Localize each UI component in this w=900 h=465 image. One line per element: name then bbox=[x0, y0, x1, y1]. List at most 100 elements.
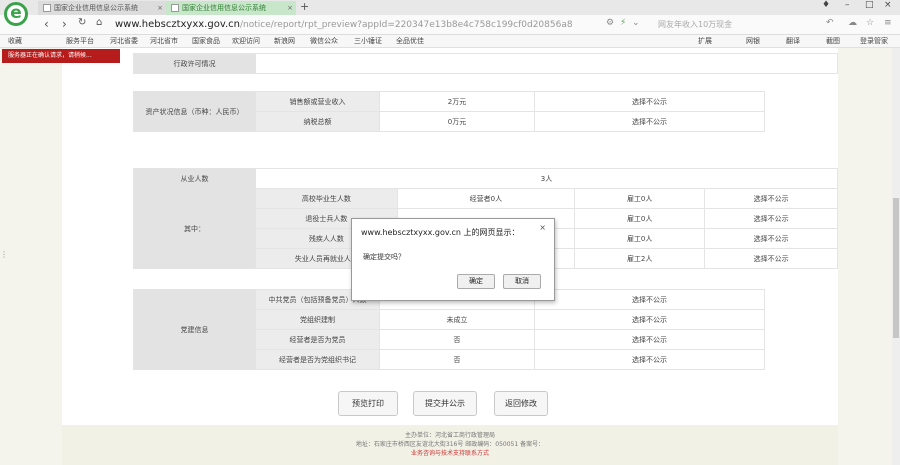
party-row-label: 经营者是否为党组织书记 bbox=[255, 349, 380, 370]
footer: 主办单位：河北省工商行政管理局 地址：石家庄市桥西区友谊北大街316号 邮政编码… bbox=[62, 425, 838, 465]
bookmark-item[interactable]: 微信公众 bbox=[310, 35, 338, 48]
minimize-icon[interactable]: – bbox=[845, 0, 850, 10]
employees-row-operator: 经营者0人 bbox=[396, 188, 576, 209]
tab-label: 国家企业信用信息公示系统 bbox=[182, 4, 266, 12]
employees-group-label: 其中： bbox=[133, 188, 256, 269]
party-row-publicity: 选择不公示 bbox=[534, 329, 765, 350]
party-row-label: 党组织建制 bbox=[255, 309, 380, 330]
employees-total: 3人 bbox=[255, 168, 838, 189]
assets-table: 资产状况信息（币种：人民币） 销售额或营业收入 2万元 选择不公示 纳税总额 0… bbox=[133, 91, 765, 132]
translate-button[interactable]: 翻译 bbox=[786, 35, 800, 48]
party-group-label: 党建信息 bbox=[133, 289, 256, 370]
login-button[interactable]: 登录管家 bbox=[860, 35, 888, 48]
bank-button[interactable]: 网银 bbox=[746, 35, 760, 48]
party-row-value: 否 bbox=[379, 329, 535, 350]
employees-row-publicity: 选择不公示 bbox=[704, 248, 838, 269]
employees-row-publicity: 选择不公示 bbox=[704, 208, 838, 229]
footer-organizer: 主办单位：河北省工商行政管理局 bbox=[404, 432, 495, 439]
confirm-dialog: www.hebscztxyxx.gov.cn 上的网页显示： × 确定提交吗？ … bbox=[351, 218, 555, 301]
party-row-value: 否 bbox=[379, 349, 535, 370]
employees-row-publicity: 选择不公示 bbox=[704, 188, 838, 209]
tab-close-icon[interactable]: × bbox=[287, 1, 293, 15]
bookmark-item[interactable]: 河北省市 bbox=[150, 35, 178, 48]
scrollbar-thumb[interactable] bbox=[893, 198, 899, 338]
licensing-label: 行政许可情况 bbox=[133, 53, 256, 74]
employees-row-label: 高校毕业生人数 bbox=[255, 188, 398, 209]
new-tab-button[interactable]: + bbox=[300, 0, 309, 13]
party-row-publicity: 选择不公示 bbox=[534, 349, 765, 370]
dialog-cancel-button[interactable]: 取消 bbox=[503, 274, 541, 289]
bookmark-item[interactable]: 全品优佳 bbox=[396, 35, 424, 48]
lightning-icon[interactable]: ⚡ bbox=[620, 18, 626, 28]
settings-icon[interactable]: ⚙ bbox=[606, 18, 614, 28]
assets-row-label: 纳税总额 bbox=[255, 111, 380, 132]
bookmark-item[interactable]: 河北省委 bbox=[110, 35, 138, 48]
employees-label: 从业人数 bbox=[133, 168, 256, 189]
maximize-icon[interactable]: □ bbox=[865, 0, 874, 10]
party-row-publicity: 选择不公示 bbox=[534, 309, 765, 330]
dialog-title: www.hebscztxyxx.gov.cn 上的网页显示： bbox=[361, 228, 520, 237]
undo-icon[interactable]: ↶ bbox=[826, 18, 834, 28]
employees-row-hired: 雇工2人 bbox=[573, 248, 706, 269]
assets-group-label: 资产状况信息（币种：人民币） bbox=[133, 91, 256, 132]
search-input[interactable]: 网友年收入10万现金 bbox=[648, 18, 798, 32]
chevron-down-icon[interactable]: ⌄ bbox=[632, 18, 640, 28]
browser-tab-2-active[interactable]: 国家企业信用信息公示系统 × bbox=[166, 1, 296, 15]
bookmark-item[interactable]: 收藏 bbox=[8, 35, 22, 48]
bookmark-item[interactable]: 新浪网 bbox=[274, 35, 295, 48]
screenshot-button[interactable]: 截图 bbox=[826, 35, 840, 48]
url-path: /notice/report/rpt_preview?appId=220347e… bbox=[240, 20, 573, 30]
party-row-publicity: 选择不公示 bbox=[534, 289, 765, 310]
assets-row-publicity: 选择不公示 bbox=[534, 91, 765, 112]
employees-row-hired: 雇工0人 bbox=[573, 188, 706, 209]
browser-tab-1[interactable]: 国家企业信用信息公示系统 × bbox=[38, 1, 166, 15]
party-table: 党建信息 中共党员（包括预备党员）人数 选择不公示 党组织建制 未成立 选择不公… bbox=[133, 289, 765, 370]
loading-notice: 服务器正在确认请求，请稍候... bbox=[2, 49, 120, 63]
scrollbar[interactable] bbox=[892, 48, 900, 465]
party-row-label: 经营者是否为党员 bbox=[255, 329, 380, 350]
tab-strip: 国家企业信用信息公示系统 × 国家企业信用信息公示系统 × + ♦ – □ × bbox=[0, 0, 900, 15]
employees-row-hired: 雇工0人 bbox=[573, 208, 706, 229]
assets-row-value: 2万元 bbox=[379, 91, 535, 112]
side-collapse-icon[interactable]: ⋮ bbox=[0, 250, 8, 259]
preview-print-button[interactable]: 预览打印 bbox=[338, 391, 398, 416]
forward-icon[interactable]: › bbox=[62, 17, 67, 31]
home-icon[interactable]: ⌂ bbox=[96, 17, 102, 28]
extensions-button[interactable]: 扩展 bbox=[698, 35, 712, 48]
bookmark-item[interactable]: 国家食品 bbox=[192, 35, 220, 48]
tab-label: 国家企业信用信息公示系统 bbox=[54, 4, 138, 12]
dialog-close-icon[interactable]: × bbox=[539, 223, 546, 232]
assets-row-publicity: 选择不公示 bbox=[534, 111, 765, 132]
star-icon[interactable]: ☆ bbox=[866, 18, 874, 28]
assets-row-label: 销售额或营业收入 bbox=[255, 91, 380, 112]
dialog-message: 确定提交吗？ bbox=[363, 253, 405, 261]
close-window-icon[interactable]: × bbox=[884, 0, 892, 10]
skin-icon[interactable]: ♦ bbox=[822, 0, 830, 10]
address-bar: ‹ › ↻ ⌂ www.hebscztxyxx.gov.cn/notice/re… bbox=[0, 15, 900, 35]
bookmarks-bar: 收藏 服务平台 河北省委 河北省市 国家食品 欢迎访问 新浪网 微信公众 三小锤… bbox=[0, 35, 900, 48]
licensing-table: 行政许可情况 bbox=[133, 53, 838, 74]
bookmark-item[interactable]: 欢迎访问 bbox=[232, 35, 260, 48]
back-edit-button[interactable]: 返回修改 bbox=[494, 391, 548, 416]
assets-row-value: 0万元 bbox=[379, 111, 535, 132]
submit-publish-button[interactable]: 提交并公示 bbox=[413, 391, 477, 416]
bookmark-item[interactable]: 服务平台 bbox=[66, 35, 94, 48]
cloud-icon[interactable]: ☁ bbox=[848, 18, 857, 28]
menu-icon[interactable]: ≡ bbox=[884, 18, 892, 28]
refresh-icon[interactable]: ↻ bbox=[78, 17, 86, 28]
footer-support-link[interactable]: 业务咨询与技术支持联系方式 bbox=[62, 449, 838, 458]
browser-logo: e bbox=[4, 2, 28, 26]
url-field[interactable]: www.hebscztxyxx.gov.cn/notice/report/rpt… bbox=[115, 18, 595, 32]
tab-close-icon[interactable]: × bbox=[157, 1, 163, 15]
url-host: www.hebscztxyxx.gov.cn bbox=[115, 19, 240, 30]
page-icon bbox=[171, 4, 179, 12]
footer-address: 地址：石家庄市桥西区友谊北大街316号 邮政编码：050051 备案号： bbox=[355, 441, 545, 448]
bookmark-item[interactable]: 三小锤证 bbox=[354, 35, 382, 48]
licensing-value bbox=[255, 53, 838, 74]
employees-row-publicity: 选择不公示 bbox=[704, 228, 838, 249]
back-icon[interactable]: ‹ bbox=[44, 17, 49, 31]
party-row-value: 未成立 bbox=[379, 309, 535, 330]
dialog-ok-button[interactable]: 确定 bbox=[457, 274, 495, 289]
page-icon bbox=[43, 4, 51, 12]
employees-row-hired: 雇工0人 bbox=[573, 228, 706, 249]
